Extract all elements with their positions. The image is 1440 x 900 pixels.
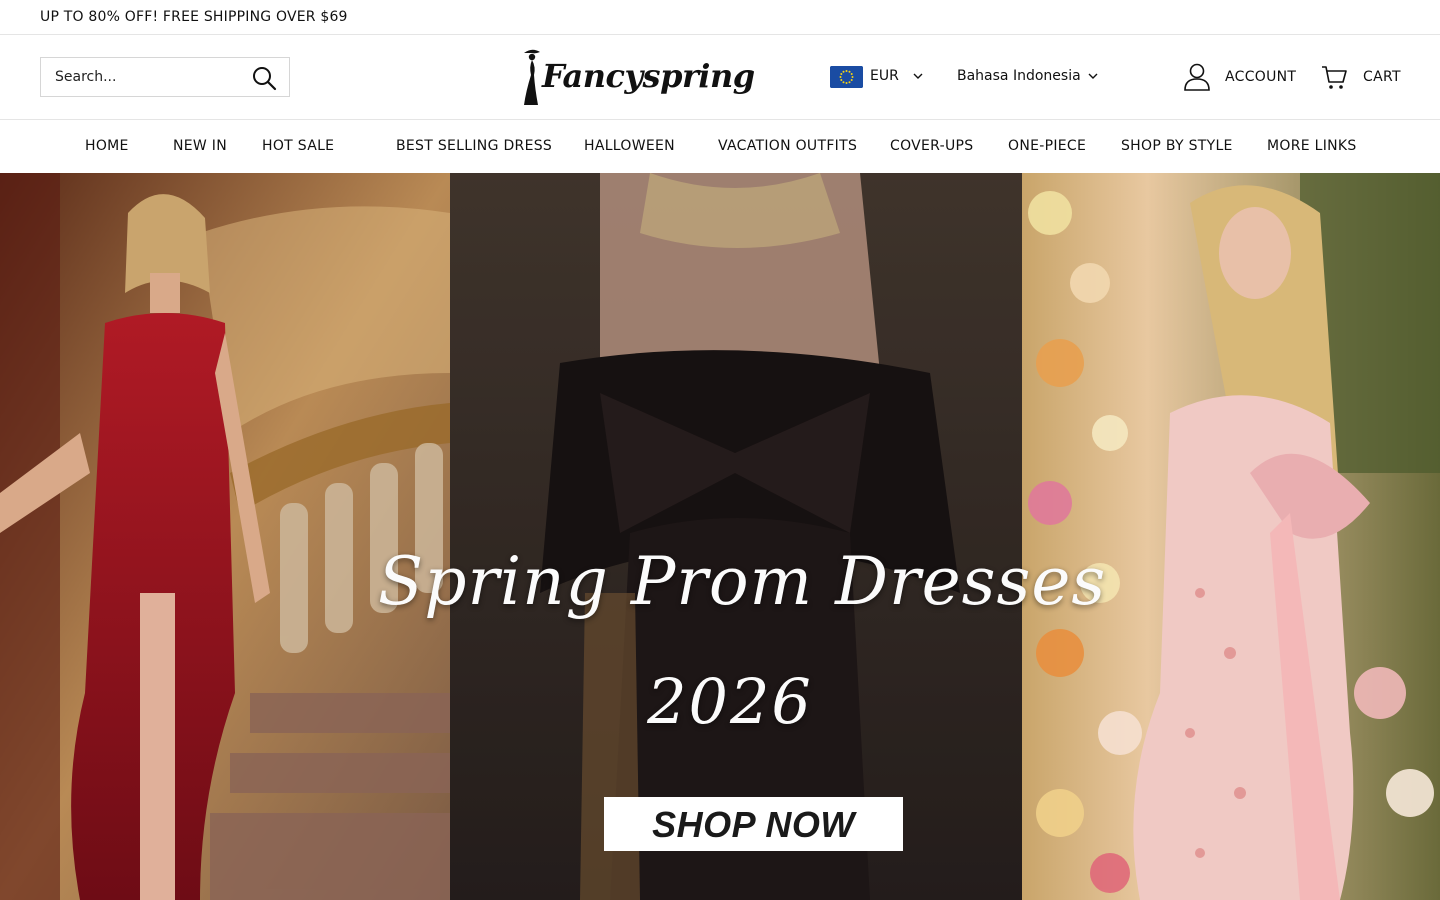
- chevron-down-icon: [1088, 73, 1098, 79]
- nav-item-vacation-outfits[interactable]: VACATION OUTFITS: [718, 138, 857, 154]
- account-label: ACCOUNT: [1225, 69, 1297, 85]
- cart-icon: [1322, 66, 1347, 89]
- shop-now-button[interactable]: SHOP NOW: [604, 797, 903, 851]
- nav-item-new-in[interactable]: NEW IN: [173, 138, 227, 154]
- main-nav: HOME NEW IN HOT SALE BEST SELLING DRESS …: [0, 120, 1440, 173]
- logo-lady-icon: [524, 49, 540, 105]
- nav-item-more-links[interactable]: MORE LINKS: [1267, 138, 1357, 154]
- shop-now-label: SHOP NOW: [652, 804, 855, 845]
- logo-text: Fancyspring: [542, 57, 755, 95]
- nav-item-home[interactable]: HOME: [85, 138, 129, 154]
- cart-label: CART: [1363, 69, 1401, 85]
- hero-image: [0, 173, 1440, 900]
- cart-link[interactable]: CART: [1320, 63, 1401, 91]
- search-input[interactable]: [41, 58, 241, 96]
- account-link[interactable]: ACCOUNT: [1183, 62, 1299, 92]
- announcement-bar: UP TO 80% OFF! FREE SHIPPING OVER $69: [0, 0, 1440, 35]
- site-header: Fancyspring EUR Bahasa Indonesia ACCOUNT: [0, 35, 1440, 120]
- hero-title: Spring Prom Dresses: [378, 543, 1107, 620]
- hero-banner[interactable]: Spring Prom Dresses 2026 SHOP NOW: [0, 173, 1440, 900]
- search-icon[interactable]: [251, 65, 277, 91]
- currency-code: EUR: [870, 68, 899, 84]
- nav-item-best-selling-dress[interactable]: BEST SELLING DRESS: [396, 138, 552, 154]
- nav-item-cover-ups[interactable]: COVER-UPS: [890, 138, 973, 154]
- nav-item-shop-by-style[interactable]: SHOP BY STYLE: [1121, 138, 1233, 154]
- announcement-text: UP TO 80% OFF! FREE SHIPPING OVER $69: [40, 9, 348, 25]
- eu-flag-icon: [830, 66, 863, 88]
- user-icon: [1184, 63, 1210, 91]
- hero-year: 2026: [647, 665, 813, 738]
- nav-item-one-piece[interactable]: ONE-PIECE: [1008, 138, 1086, 154]
- chevron-down-icon: [913, 73, 923, 79]
- site-logo[interactable]: Fancyspring: [520, 47, 755, 107]
- nav-item-hot-sale[interactable]: HOT SALE: [262, 138, 334, 154]
- nav-item-halloween[interactable]: HALLOWEEN: [584, 138, 675, 154]
- search-box: [40, 57, 290, 97]
- language-name: Bahasa Indonesia: [957, 68, 1081, 84]
